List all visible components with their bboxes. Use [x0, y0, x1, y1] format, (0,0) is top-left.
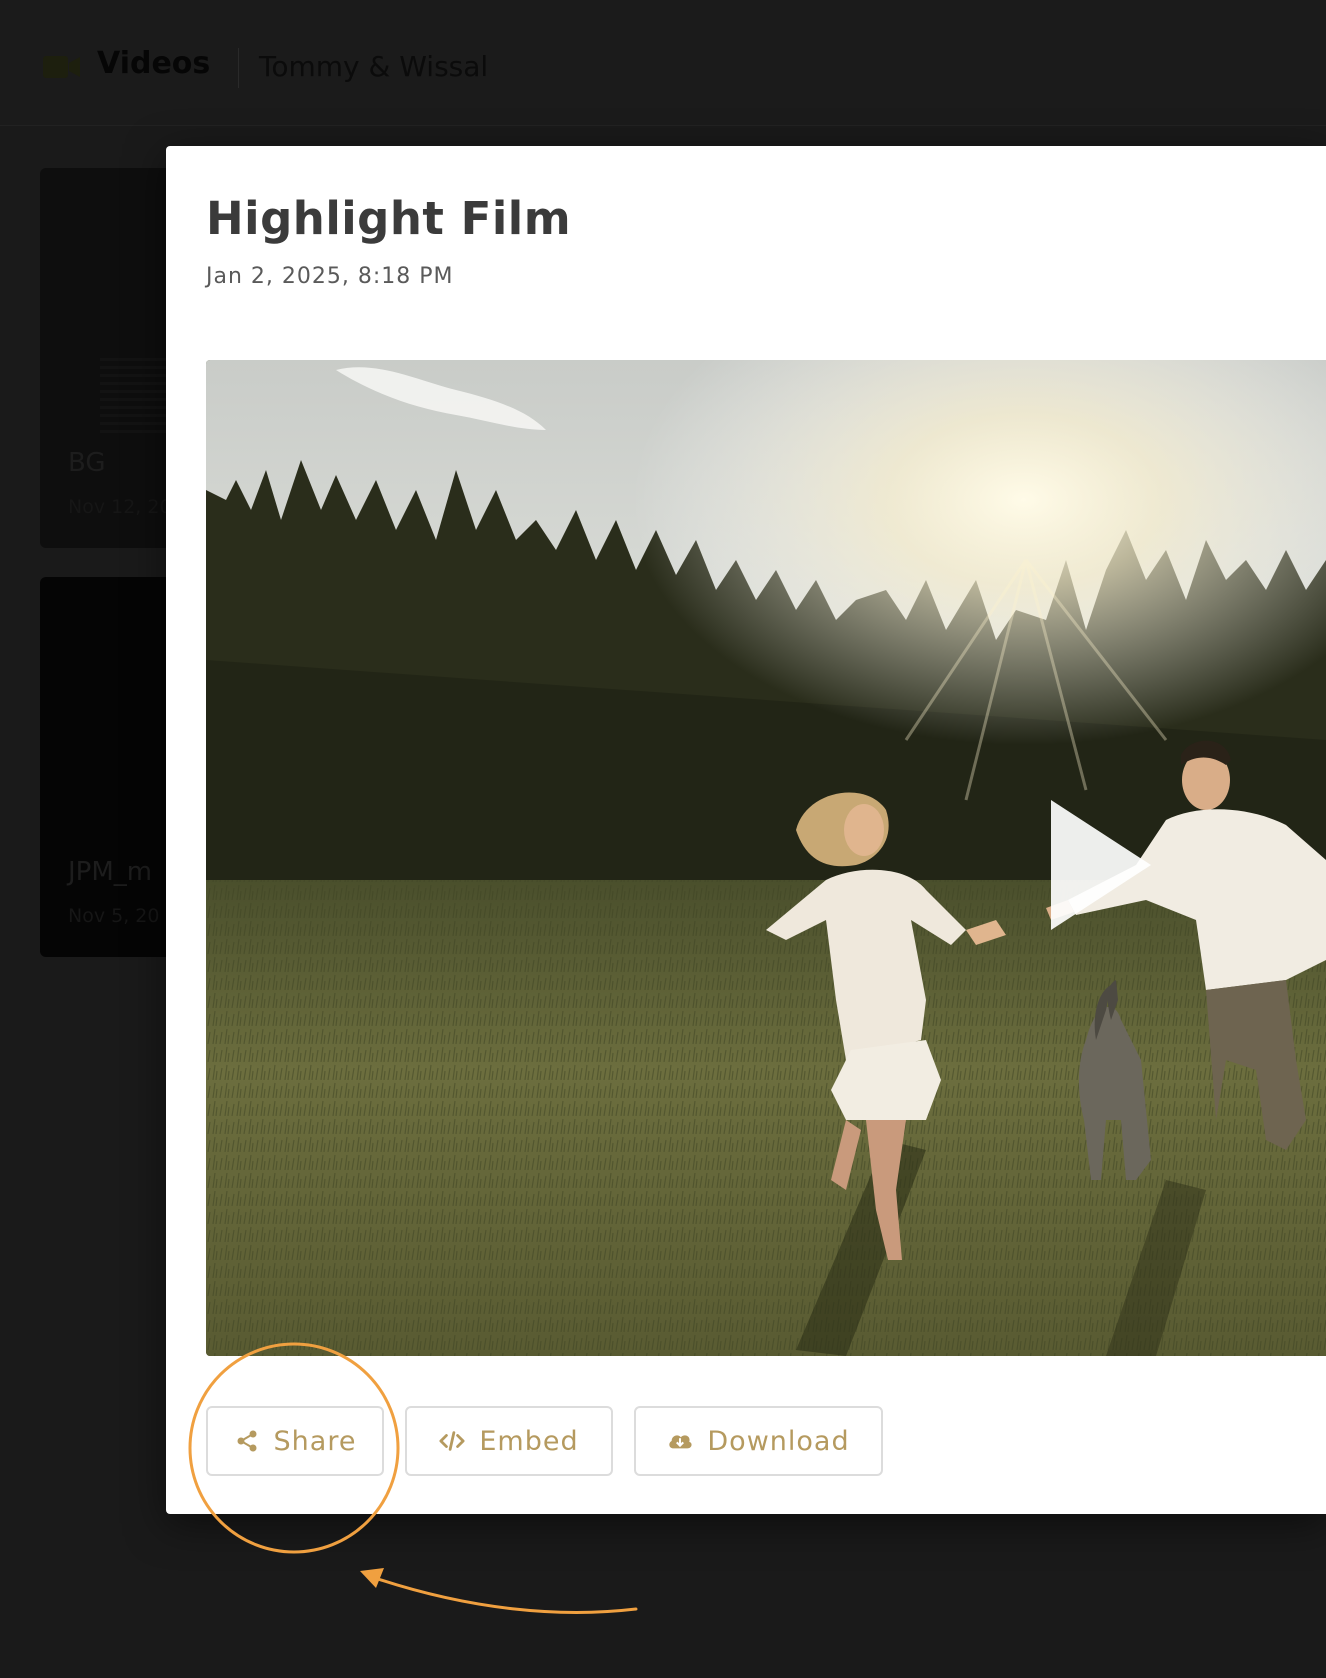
card-date: Nov 12, 20	[68, 496, 172, 518]
share-icon	[234, 1428, 260, 1454]
download-button-label: Download	[707, 1425, 850, 1457]
embed-button-label: Embed	[479, 1425, 579, 1457]
download-button[interactable]: Download	[634, 1406, 883, 1476]
modal-date: Jan 2, 2025, 8:18 PM	[206, 264, 454, 289]
app-header: Videos Tommy & Wissal	[0, 0, 1326, 126]
share-button-label: Share	[273, 1425, 357, 1457]
code-icon	[439, 1428, 465, 1454]
cloud-download-icon	[667, 1428, 693, 1454]
card-title: JPM_m	[68, 857, 153, 887]
card-title: BG	[68, 448, 106, 478]
video-modal: Highlight Film Jan 2, 2025, 8:18 PM Shar…	[166, 146, 1326, 1514]
project-title[interactable]: Tommy & Wissal	[259, 50, 488, 83]
video-card[interactable]: JPM_m Nov 5, 20	[40, 577, 180, 957]
header-divider	[238, 48, 239, 88]
section-title[interactable]: Videos	[97, 46, 210, 81]
video-camera-icon	[43, 54, 81, 80]
video-thumbnail	[206, 360, 1326, 1356]
embed-button[interactable]: Embed	[405, 1406, 613, 1476]
video-card[interactable]: BG Nov 12, 20	[40, 168, 180, 548]
card-date: Nov 5, 20	[68, 905, 160, 927]
share-button[interactable]: Share	[206, 1406, 384, 1476]
video-player[interactable]	[206, 360, 1326, 1356]
modal-title: Highlight Film	[206, 192, 572, 245]
